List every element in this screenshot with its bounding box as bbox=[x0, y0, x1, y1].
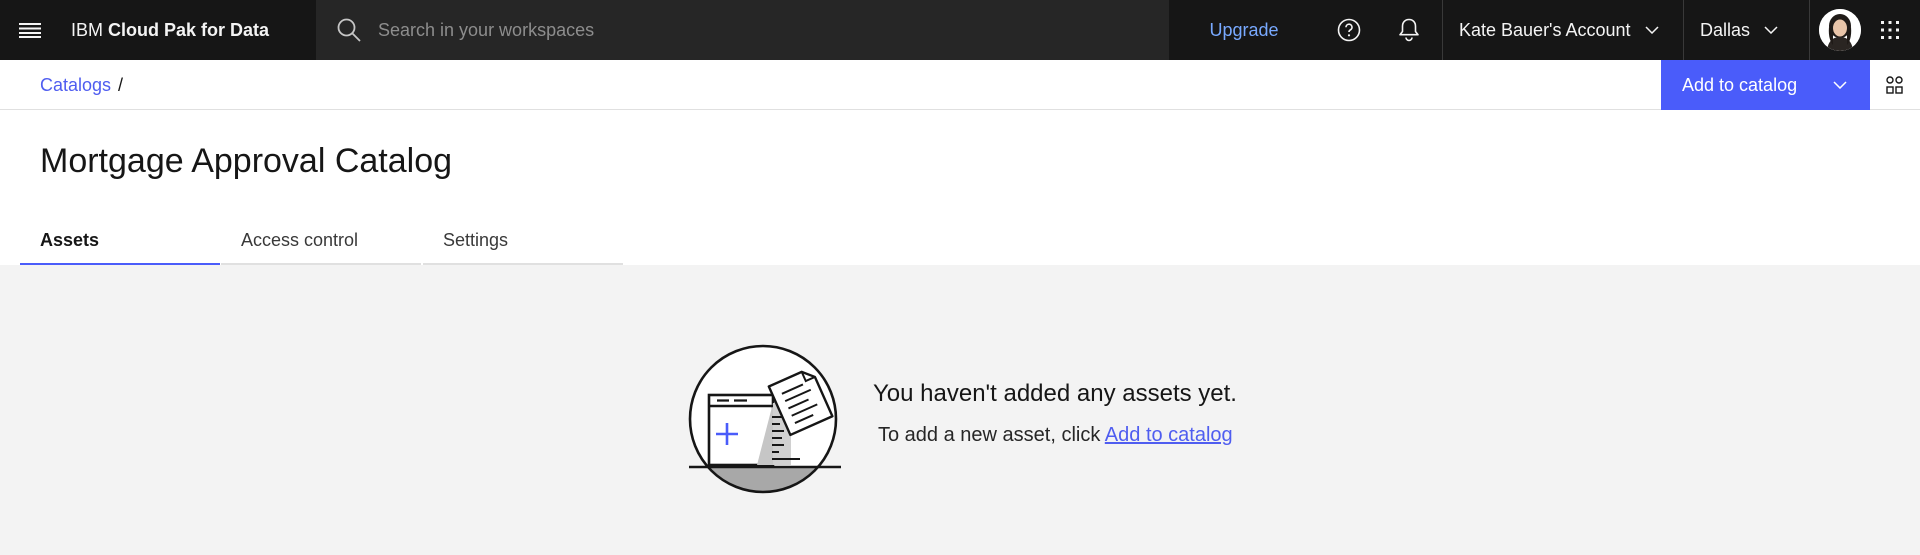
app-switcher-icon bbox=[1881, 21, 1899, 39]
search-input[interactable] bbox=[378, 0, 1138, 60]
breadcrumb-separator: / bbox=[118, 75, 124, 95]
upgrade-link[interactable]: Upgrade bbox=[1180, 0, 1308, 60]
app-switcher-button[interactable] bbox=[1860, 0, 1920, 60]
empty-state-illustration bbox=[687, 343, 845, 497]
menu-button[interactable] bbox=[0, 0, 60, 60]
account-switcher[interactable]: Kate Bauer's Account bbox=[1442, 0, 1682, 60]
notifications-button[interactable] bbox=[1379, 0, 1439, 60]
help-button[interactable] bbox=[1319, 0, 1379, 60]
notification-icon bbox=[1399, 18, 1419, 42]
tab-access-control[interactable]: Access control bbox=[221, 220, 421, 265]
chevron-down-icon[interactable] bbox=[1810, 60, 1870, 110]
empty-state-description: To add a new asset, click Add to catalog bbox=[878, 424, 1233, 447]
add-to-catalog-label: Add to catalog bbox=[1682, 74, 1798, 95]
avatar bbox=[1818, 9, 1861, 51]
chevron-down-icon bbox=[1645, 26, 1659, 34]
global-header: IBM Cloud Pak for Data Upgrade Kate Baue… bbox=[0, 0, 1920, 60]
breadcrumb-catalogs-link[interactable]: Catalogs bbox=[40, 60, 111, 110]
page-header: Mortgage Approval Catalog Assets Access … bbox=[0, 110, 1920, 265]
account-label: Kate Bauer's Account bbox=[1459, 19, 1631, 40]
empty-state-title: You haven't added any assets yet. bbox=[873, 380, 1237, 407]
menu-icon bbox=[19, 23, 41, 38]
chevron-down-icon bbox=[1764, 26, 1778, 34]
page-title: Mortgage Approval Catalog bbox=[40, 142, 453, 180]
help-icon bbox=[1337, 18, 1361, 42]
empty-state-text: To add a new asset, click bbox=[878, 424, 1105, 446]
tab-settings[interactable]: Settings bbox=[423, 220, 623, 265]
breadcrumb: Catalogs / Add to catalog bbox=[0, 60, 1920, 110]
search-bar[interactable] bbox=[316, 0, 1169, 60]
add-to-catalog-link[interactable]: Add to catalog bbox=[1105, 424, 1233, 446]
brand-product: Cloud Pak for Data bbox=[108, 20, 270, 40]
search-icon bbox=[337, 18, 361, 42]
region-switcher[interactable]: Dallas bbox=[1683, 0, 1809, 60]
product-name[interactable]: IBM Cloud Pak for Data bbox=[71, 0, 269, 60]
catalog-details-button[interactable] bbox=[1870, 60, 1920, 110]
add-to-catalog-button[interactable]: Add to catalog bbox=[1661, 60, 1870, 110]
brand-prefix: IBM bbox=[71, 20, 104, 40]
region-label: Dallas bbox=[1700, 19, 1751, 40]
group-icon bbox=[1886, 76, 1903, 94]
tab-assets[interactable]: Assets bbox=[20, 220, 220, 265]
